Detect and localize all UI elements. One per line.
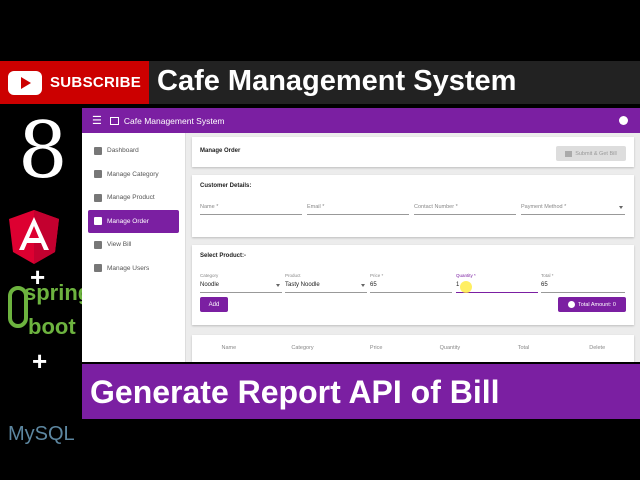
email-label: Email *: [307, 204, 325, 210]
episode-banner: Generate Report API of Bill: [82, 364, 640, 419]
series-title: Cafe Management System: [157, 65, 517, 97]
category-icon: [94, 170, 102, 179]
nav-label: Manage Product: [107, 194, 155, 202]
main-content: Manage Order Submit & Get Bill Customer …: [186, 133, 640, 362]
menu-icon[interactable]: ☰: [92, 114, 102, 127]
payment-method-select[interactable]: Payment Method *: [521, 203, 625, 215]
header-card: Manage Order Submit & Get Bill: [192, 137, 634, 167]
tech-logo-panel: 8 + spring boot + MySQL: [0, 104, 91, 480]
account-icon[interactable]: [619, 116, 628, 125]
episode-number: 8: [18, 106, 68, 196]
nav-item-manage-users[interactable]: Manage Users: [82, 257, 185, 281]
product-select[interactable]: Product Tasty Noodle: [285, 273, 367, 293]
cart-icon: [94, 217, 102, 226]
title-bar: Cafe Management System: [149, 61, 640, 104]
total-value: 65: [541, 282, 548, 288]
nav-label: Manage Order: [107, 217, 149, 225]
product-label: Product: [285, 273, 301, 278]
quantity-label: Quantity *: [456, 273, 476, 278]
quantity-value: 1: [456, 282, 460, 288]
inventory-icon: [94, 193, 102, 202]
category-label: Category: [200, 273, 219, 278]
money-icon: [568, 301, 576, 308]
product-section-title: Select Product:-: [200, 253, 247, 259]
nav-item-manage-product[interactable]: Manage Product: [82, 186, 185, 210]
store-icon: [109, 116, 119, 125]
boot-label: boot: [28, 314, 76, 339]
dashboard-icon: [94, 146, 102, 155]
chevron-down-icon: [361, 284, 365, 287]
nav-item-manage-order[interactable]: Manage Order: [88, 209, 179, 233]
column-header: Name: [221, 345, 237, 351]
subscribe-banner[interactable]: SUBSCRIBE: [0, 61, 149, 104]
submit-label: Submit & Get Bill: [575, 150, 617, 157]
nav-label: Manage Users: [107, 264, 150, 272]
chevron-down-icon: [276, 284, 280, 287]
angular-icon: [9, 210, 59, 264]
price-field[interactable]: Price * 65: [370, 273, 452, 293]
column-header: Quantity: [439, 345, 461, 351]
name-label: Name *: [200, 204, 219, 210]
print-icon: [565, 150, 573, 157]
column-header: Total: [517, 345, 530, 351]
episode-title: Generate Report API of Bill: [90, 374, 500, 410]
sidenav: Dashboard Manage Category Manage Product…: [82, 133, 186, 362]
column-header: Delete: [589, 345, 606, 351]
contact-number-field[interactable]: Contact Number *: [414, 203, 516, 215]
nav-item-manage-category[interactable]: Manage Category: [82, 163, 185, 187]
category-value: Noodle: [200, 282, 220, 288]
video-frame: SUBSCRIBE Cafe Management System 8 + spr…: [0, 0, 640, 480]
nav-label: View Bill: [107, 241, 132, 249]
category-select[interactable]: Category Noodle: [200, 273, 282, 293]
app-window: ☰ Cafe Management System Dashboard Manag…: [82, 108, 640, 362]
people-icon: [94, 264, 102, 273]
nav-item-dashboard[interactable]: Dashboard: [82, 139, 185, 163]
product-value: Tasty Noodle: [285, 282, 320, 288]
nav-item-view-bill[interactable]: View Bill: [82, 233, 185, 257]
table-header: Name Category Price Quantity Total Delet…: [192, 345, 634, 351]
bill-icon: [94, 240, 102, 249]
youtube-icon: [8, 70, 42, 95]
nav-label: Dashboard: [107, 147, 139, 155]
add-button[interactable]: Add: [200, 297, 228, 312]
app-title: Cafe Management System: [123, 115, 225, 126]
customer-section-title: Customer Details:: [200, 183, 252, 189]
column-header: Category: [291, 345, 314, 351]
mysql-logo: MySQL: [8, 423, 75, 445]
payment-label: Payment Method *: [521, 204, 567, 210]
total-field[interactable]: Total * 65: [541, 273, 625, 293]
chevron-down-icon: [619, 206, 623, 209]
contact-label: Contact Number *: [414, 204, 458, 210]
page-title: Manage Order: [200, 148, 241, 154]
price-label: Price *: [370, 273, 384, 278]
column-header: Price: [369, 345, 383, 351]
cursor-highlight: [460, 281, 472, 293]
total-amount-label: Total Amount: 0: [578, 301, 616, 308]
product-card: Select Product:- Category Noodle Product…: [192, 245, 634, 325]
app-toolbar: ☰ Cafe Management System: [82, 108, 640, 133]
spring-boot-logo: spring boot: [2, 280, 91, 350]
nav-label: Manage Category: [107, 170, 159, 178]
price-value: 65: [370, 282, 377, 288]
total-amount-button[interactable]: Total Amount: 0: [558, 297, 626, 312]
subscribe-label: SUBSCRIBE: [50, 74, 142, 91]
customer-card: Customer Details: Name * Email * Contact…: [192, 175, 634, 237]
email-field[interactable]: Email *: [307, 203, 409, 215]
total-label: Total *: [541, 273, 554, 278]
plus-sign: +: [32, 346, 48, 376]
order-table-card: Name Category Price Quantity Total Delet…: [192, 335, 634, 362]
submit-get-bill-button[interactable]: Submit & Get Bill: [556, 146, 626, 161]
name-field[interactable]: Name *: [200, 203, 302, 215]
